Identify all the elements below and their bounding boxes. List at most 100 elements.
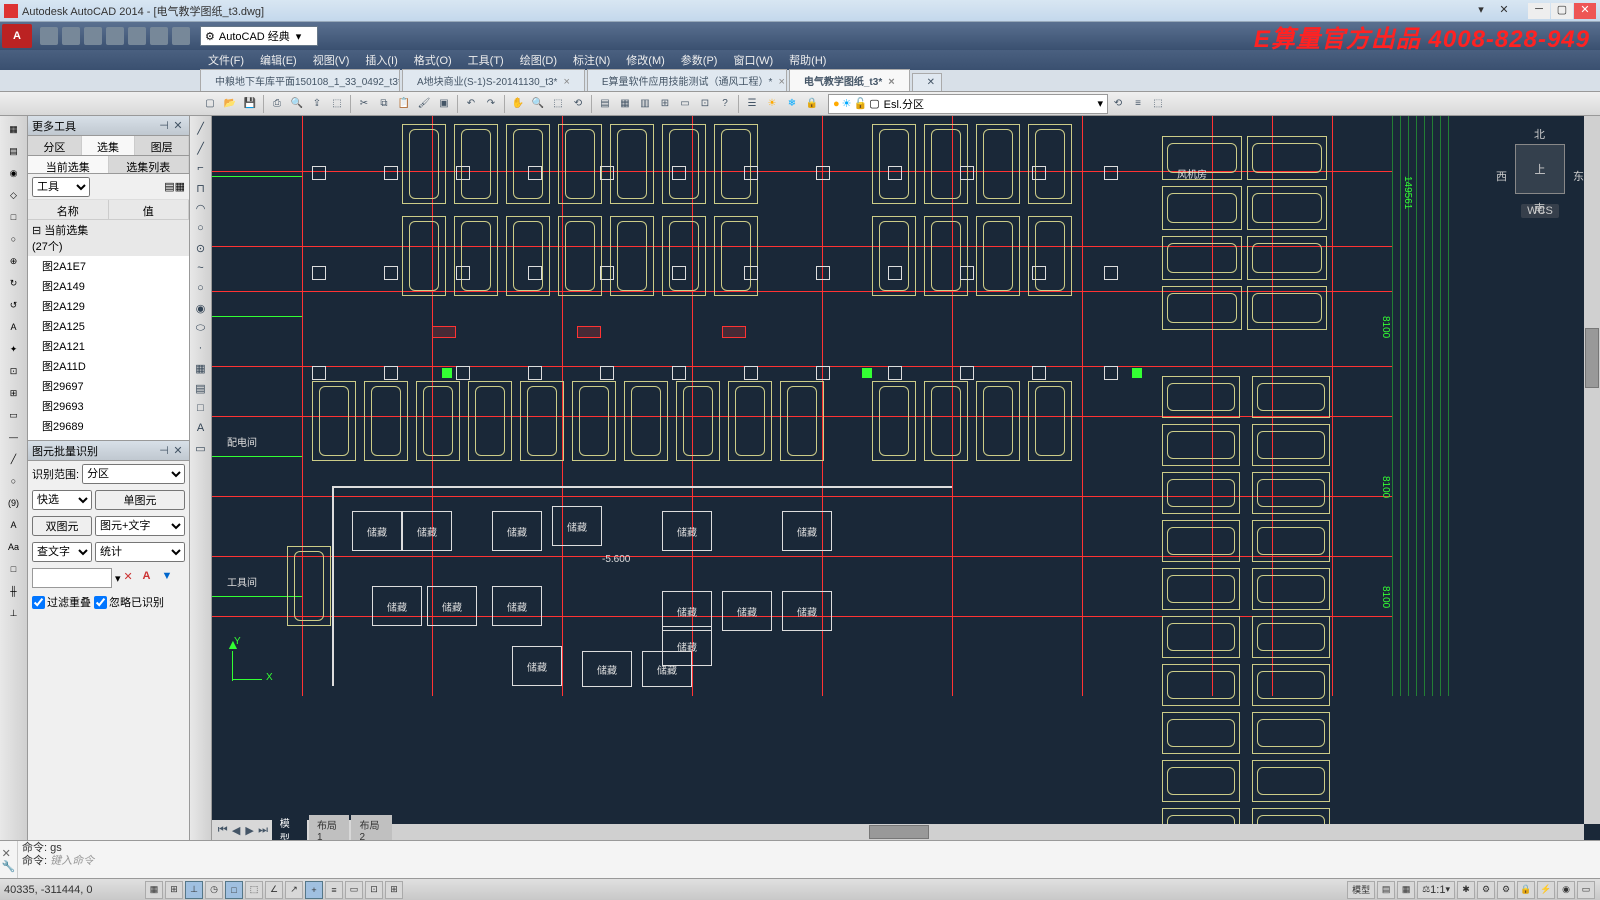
draw-tool-icon[interactable]: ○ xyxy=(192,219,210,237)
tab-close-icon[interactable]: × xyxy=(888,76,894,88)
tool-icon2[interactable]: ▦ xyxy=(175,180,185,193)
left-tool-icon[interactable]: — xyxy=(4,427,24,447)
tab-prev-icon[interactable]: ◀ xyxy=(229,824,242,837)
clear-icon[interactable]: ✕ xyxy=(124,570,140,586)
menu-item[interactable]: 窗口(W) xyxy=(725,52,781,68)
left-tool-icon[interactable]: □ xyxy=(4,559,24,579)
ws-switch-icon[interactable]: ⚙ xyxy=(1497,881,1515,899)
filter-overlap-check[interactable]: 过滤重叠 xyxy=(32,594,91,610)
open-icon[interactable]: 📂 xyxy=(221,95,239,113)
paste-icon[interactable]: 📋 xyxy=(395,95,413,113)
close-icon[interactable]: ✕ xyxy=(171,444,185,457)
panel-tab[interactable]: 分区 xyxy=(28,136,82,155)
copy-icon[interactable]: ⧉ xyxy=(375,95,393,113)
menu-item[interactable]: 编辑(E) xyxy=(252,52,305,68)
zoom-prev-icon[interactable]: ⟲ xyxy=(569,95,587,113)
osnap-button[interactable]: □ xyxy=(225,881,243,899)
menu-item[interactable]: 帮助(H) xyxy=(781,52,834,68)
left-tool-icon[interactable]: ⊡ xyxy=(4,361,24,381)
draw-tool-icon[interactable]: ⊓ xyxy=(192,179,210,197)
menu-item[interactable]: 绘图(D) xyxy=(512,52,565,68)
draw-tool-icon[interactable]: ⊙ xyxy=(192,239,210,257)
new-icon[interactable] xyxy=(40,27,58,45)
autocad-logo[interactable]: A xyxy=(2,24,32,48)
close-button[interactable]: ✕ xyxy=(1574,3,1596,19)
save-icon[interactable]: 💾 xyxy=(241,95,259,113)
menu-item[interactable]: 修改(M) xyxy=(618,52,673,68)
help-icon[interactable]: ? xyxy=(716,95,734,113)
plot-icon[interactable] xyxy=(128,27,146,45)
cut-icon[interactable]: ✂ xyxy=(355,95,373,113)
layer-prev-icon[interactable]: ⟲ xyxy=(1109,95,1127,113)
left-tool-icon[interactable]: A xyxy=(4,317,24,337)
combo2-select[interactable]: 图元+文字 xyxy=(95,516,185,536)
sc-button[interactable]: ⊞ xyxy=(385,881,403,899)
otrack-button[interactable]: ∠ xyxy=(265,881,283,899)
tree-item[interactable]: 图2A129 xyxy=(28,296,189,316)
draw-tool-icon[interactable]: · xyxy=(192,339,210,357)
draw-tool-icon[interactable]: ⬭ xyxy=(192,319,210,337)
left-tool-icon[interactable]: ↺ xyxy=(4,295,24,315)
draw-tool-icon[interactable]: ◠ xyxy=(192,199,210,217)
layer-match-icon[interactable]: ≡ xyxy=(1129,95,1147,113)
left-tool-icon[interactable]: (9) xyxy=(4,493,24,513)
coordinates[interactable]: 40335, -311444, 0 xyxy=(4,884,144,896)
clean-screen-icon[interactable]: ▭ xyxy=(1577,881,1595,899)
draw-tool-icon[interactable]: ⌐ xyxy=(192,159,210,177)
double-element-button[interactable]: 双图元 xyxy=(32,516,92,536)
layer-lock-icon[interactable]: 🔒 xyxy=(803,95,821,113)
viewcube[interactable]: 北 南 西 东 上 WCS xyxy=(1500,124,1580,244)
layout2-tab[interactable]: 布局2 xyxy=(351,815,392,840)
left-tool-icon[interactable]: ╱ xyxy=(4,449,24,469)
left-tool-icon[interactable]: ↻ xyxy=(4,273,24,293)
snap-button[interactable]: ▦ xyxy=(145,881,163,899)
filter-icon[interactable]: ▼ xyxy=(162,570,178,586)
markup-icon[interactable]: ▭ xyxy=(676,95,694,113)
maximize-button[interactable]: ▢ xyxy=(1551,3,1573,19)
polar-button[interactable]: ◷ xyxy=(205,881,223,899)
anno-vis-icon[interactable]: ✱ xyxy=(1457,881,1475,899)
document-tab[interactable]: 电气教学图纸_t3*× xyxy=(789,69,910,91)
draw-tool-icon[interactable]: ▦ xyxy=(192,359,210,377)
tree-item[interactable]: 图2A121 xyxy=(28,336,189,356)
stat-select[interactable]: 统计 xyxy=(95,542,185,562)
left-tool-icon[interactable]: ▤ xyxy=(4,141,24,161)
preview-icon[interactable]: 🔍 xyxy=(288,95,306,113)
panel-subtab[interactable]: 当前选集 xyxy=(28,156,109,173)
tree-item[interactable]: 图29689 xyxy=(28,416,189,436)
left-tool-icon[interactable]: ◉ xyxy=(4,163,24,183)
sheet-icon[interactable]: ▦ xyxy=(616,95,634,113)
ortho-button[interactable]: ⊥ xyxy=(185,881,203,899)
layer-freeze-icon[interactable]: ❄ xyxy=(783,95,801,113)
quickview-drawings-icon[interactable]: ▦ xyxy=(1397,881,1415,899)
menu-item[interactable]: 工具(T) xyxy=(460,52,512,68)
cmd-close-icon[interactable]: ✕🔧 xyxy=(0,841,18,878)
document-tab[interactable]: A地块商业(S-1)S-20141130_t3*× xyxy=(402,69,585,91)
undo-icon[interactable]: ↶ xyxy=(462,95,480,113)
vertical-scrollbar[interactable] xyxy=(1584,116,1600,824)
tab-last-icon[interactable]: ⏭ xyxy=(256,824,269,837)
document-tab[interactable]: E算量软件应用技能测试（通风工程）*× xyxy=(587,69,787,91)
props-icon[interactable]: ▤ xyxy=(596,95,614,113)
drawing-canvas[interactable]: 储藏储藏储藏储藏储藏储藏储藏储藏储藏储藏储藏储藏储藏储藏储藏储藏配电间工具间风机… xyxy=(212,116,1600,840)
redo-icon[interactable]: ↷ xyxy=(482,95,500,113)
print-icon[interactable]: ⎙ xyxy=(268,95,286,113)
col-value[interactable]: 值 xyxy=(109,200,190,219)
draw-tool-icon[interactable]: ~ xyxy=(192,259,210,277)
dropdown-icon[interactable]: ▾ xyxy=(115,572,121,585)
zoom-icon[interactable]: 🔍 xyxy=(529,95,547,113)
panel-subtab[interactable]: 选集列表 xyxy=(109,156,190,173)
tool-palette-icon[interactable]: ▥ xyxy=(636,95,654,113)
single-element-button[interactable]: 单图元 xyxy=(95,490,185,510)
block-icon[interactable]: ▣ xyxy=(435,95,453,113)
layer-iso-icon[interactable]: ⬚ xyxy=(1149,95,1167,113)
quickview-layouts-icon[interactable]: ▤ xyxy=(1377,881,1395,899)
layer-props-icon[interactable]: ☰ xyxy=(743,95,761,113)
tab-close-icon[interactable]: × xyxy=(563,76,569,88)
draw-tool-icon[interactable]: A xyxy=(192,419,210,437)
tree-item[interactable]: 图2A149 xyxy=(28,276,189,296)
hardware-accel-icon[interactable]: ⚡ xyxy=(1537,881,1555,899)
left-tool-icon[interactable]: ⊞ xyxy=(4,383,24,403)
menu-item[interactable]: 标注(N) xyxy=(565,52,618,68)
calc-icon[interactable]: ⊞ xyxy=(656,95,674,113)
